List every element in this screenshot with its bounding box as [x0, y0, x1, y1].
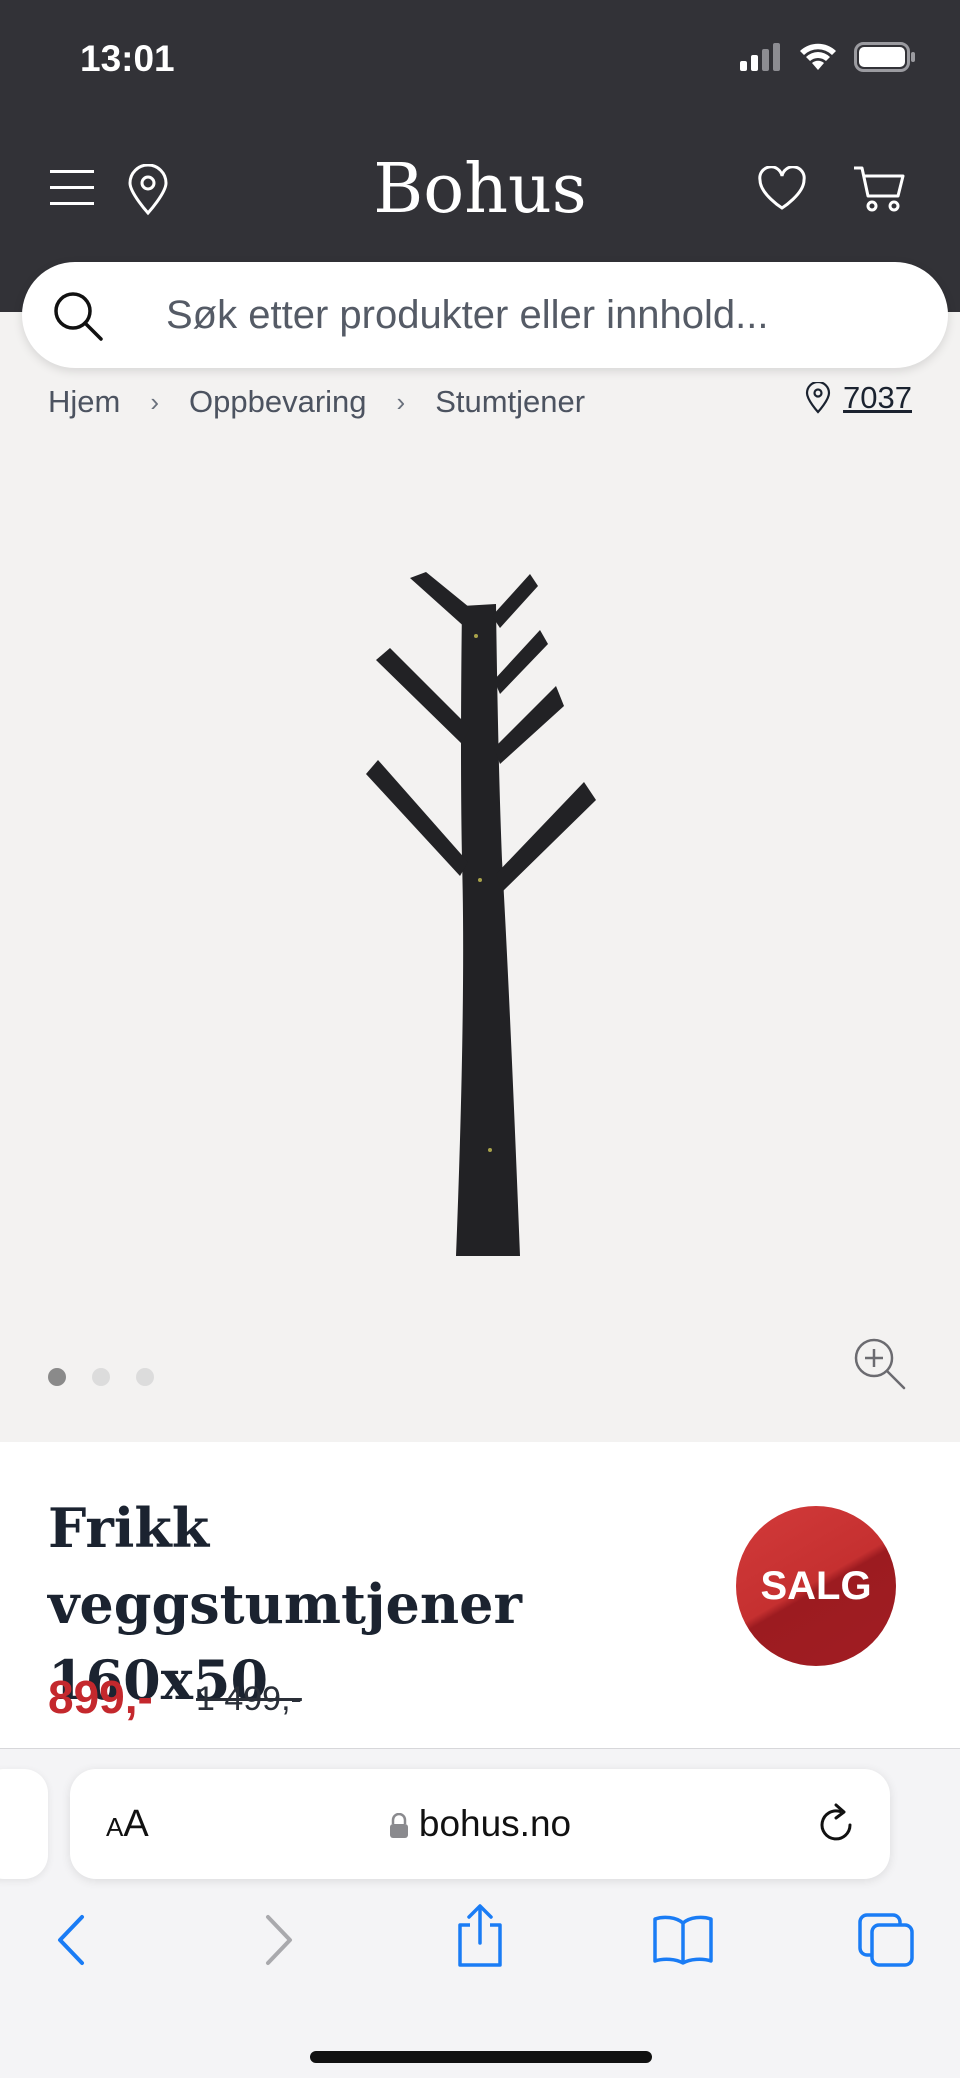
store-location-code[interactable]: 7037 [843, 380, 912, 416]
gallery-dot-2[interactable] [92, 1368, 110, 1386]
location-pin-icon [805, 382, 831, 414]
home-indicator [310, 2051, 652, 2063]
wifi-icon [800, 43, 836, 70]
battery-icon [854, 42, 915, 72]
store-location[interactable]: 7037 [805, 380, 912, 416]
product-price: 899,- [48, 1671, 153, 1723]
heart-icon[interactable] [756, 166, 808, 212]
cart-icon[interactable] [852, 164, 906, 214]
tabs-icon[interactable] [856, 1911, 916, 1974]
breadcrumb-storage[interactable]: Oppbevaring [189, 384, 367, 420]
coat-rack-tree-image [366, 572, 596, 1256]
search-icon[interactable] [52, 290, 104, 347]
product-title-line1: Frikk veggstumtjener [48, 1496, 522, 1636]
product-old-price: 1 499,- [196, 1680, 302, 1718]
lock-icon [389, 1813, 408, 1839]
status-time: 13:01 [80, 38, 175, 79]
previous-tab-peek[interactable] [0, 1769, 48, 1879]
search-input[interactable] [166, 262, 906, 368]
reload-icon[interactable] [816, 1803, 856, 1850]
url-text[interactable]: bohus.no [70, 1803, 890, 1845]
chevron-right-icon: › [150, 386, 160, 417]
gallery-dot-1[interactable] [48, 1368, 66, 1386]
status-icons [740, 42, 916, 72]
gallery-dot-3[interactable] [136, 1368, 154, 1386]
back-icon[interactable] [52, 1913, 92, 1972]
product-info: Frikk veggstumtjener 160x50 SALG 899,- 1… [0, 1442, 960, 1748]
bookmarks-icon[interactable] [652, 1913, 714, 1970]
signal-icon [740, 43, 780, 71]
browser-toolbar: AA bohus.no [0, 1748, 960, 2078]
sale-badge: SALG [736, 1506, 896, 1666]
product-image[interactable] [0, 440, 960, 1440]
share-icon[interactable] [454, 1903, 506, 1974]
chevron-right-icon: › [396, 386, 406, 417]
breadcrumb: Hjem › Oppbevaring › Stumtjener [48, 384, 585, 420]
address-bar[interactable]: AA bohus.no [70, 1769, 890, 1879]
search-bar[interactable] [22, 262, 948, 368]
zoom-icon[interactable] [852, 1336, 908, 1397]
gallery-pagination [48, 1368, 154, 1386]
brand-logo[interactable]: Bohus [0, 150, 960, 229]
breadcrumb-current[interactable]: Stumtjener [435, 384, 585, 420]
safari-nav-toolbar [0, 1904, 960, 2009]
breadcrumb-home[interactable]: Hjem [48, 384, 120, 420]
forward-icon[interactable] [258, 1913, 298, 1972]
